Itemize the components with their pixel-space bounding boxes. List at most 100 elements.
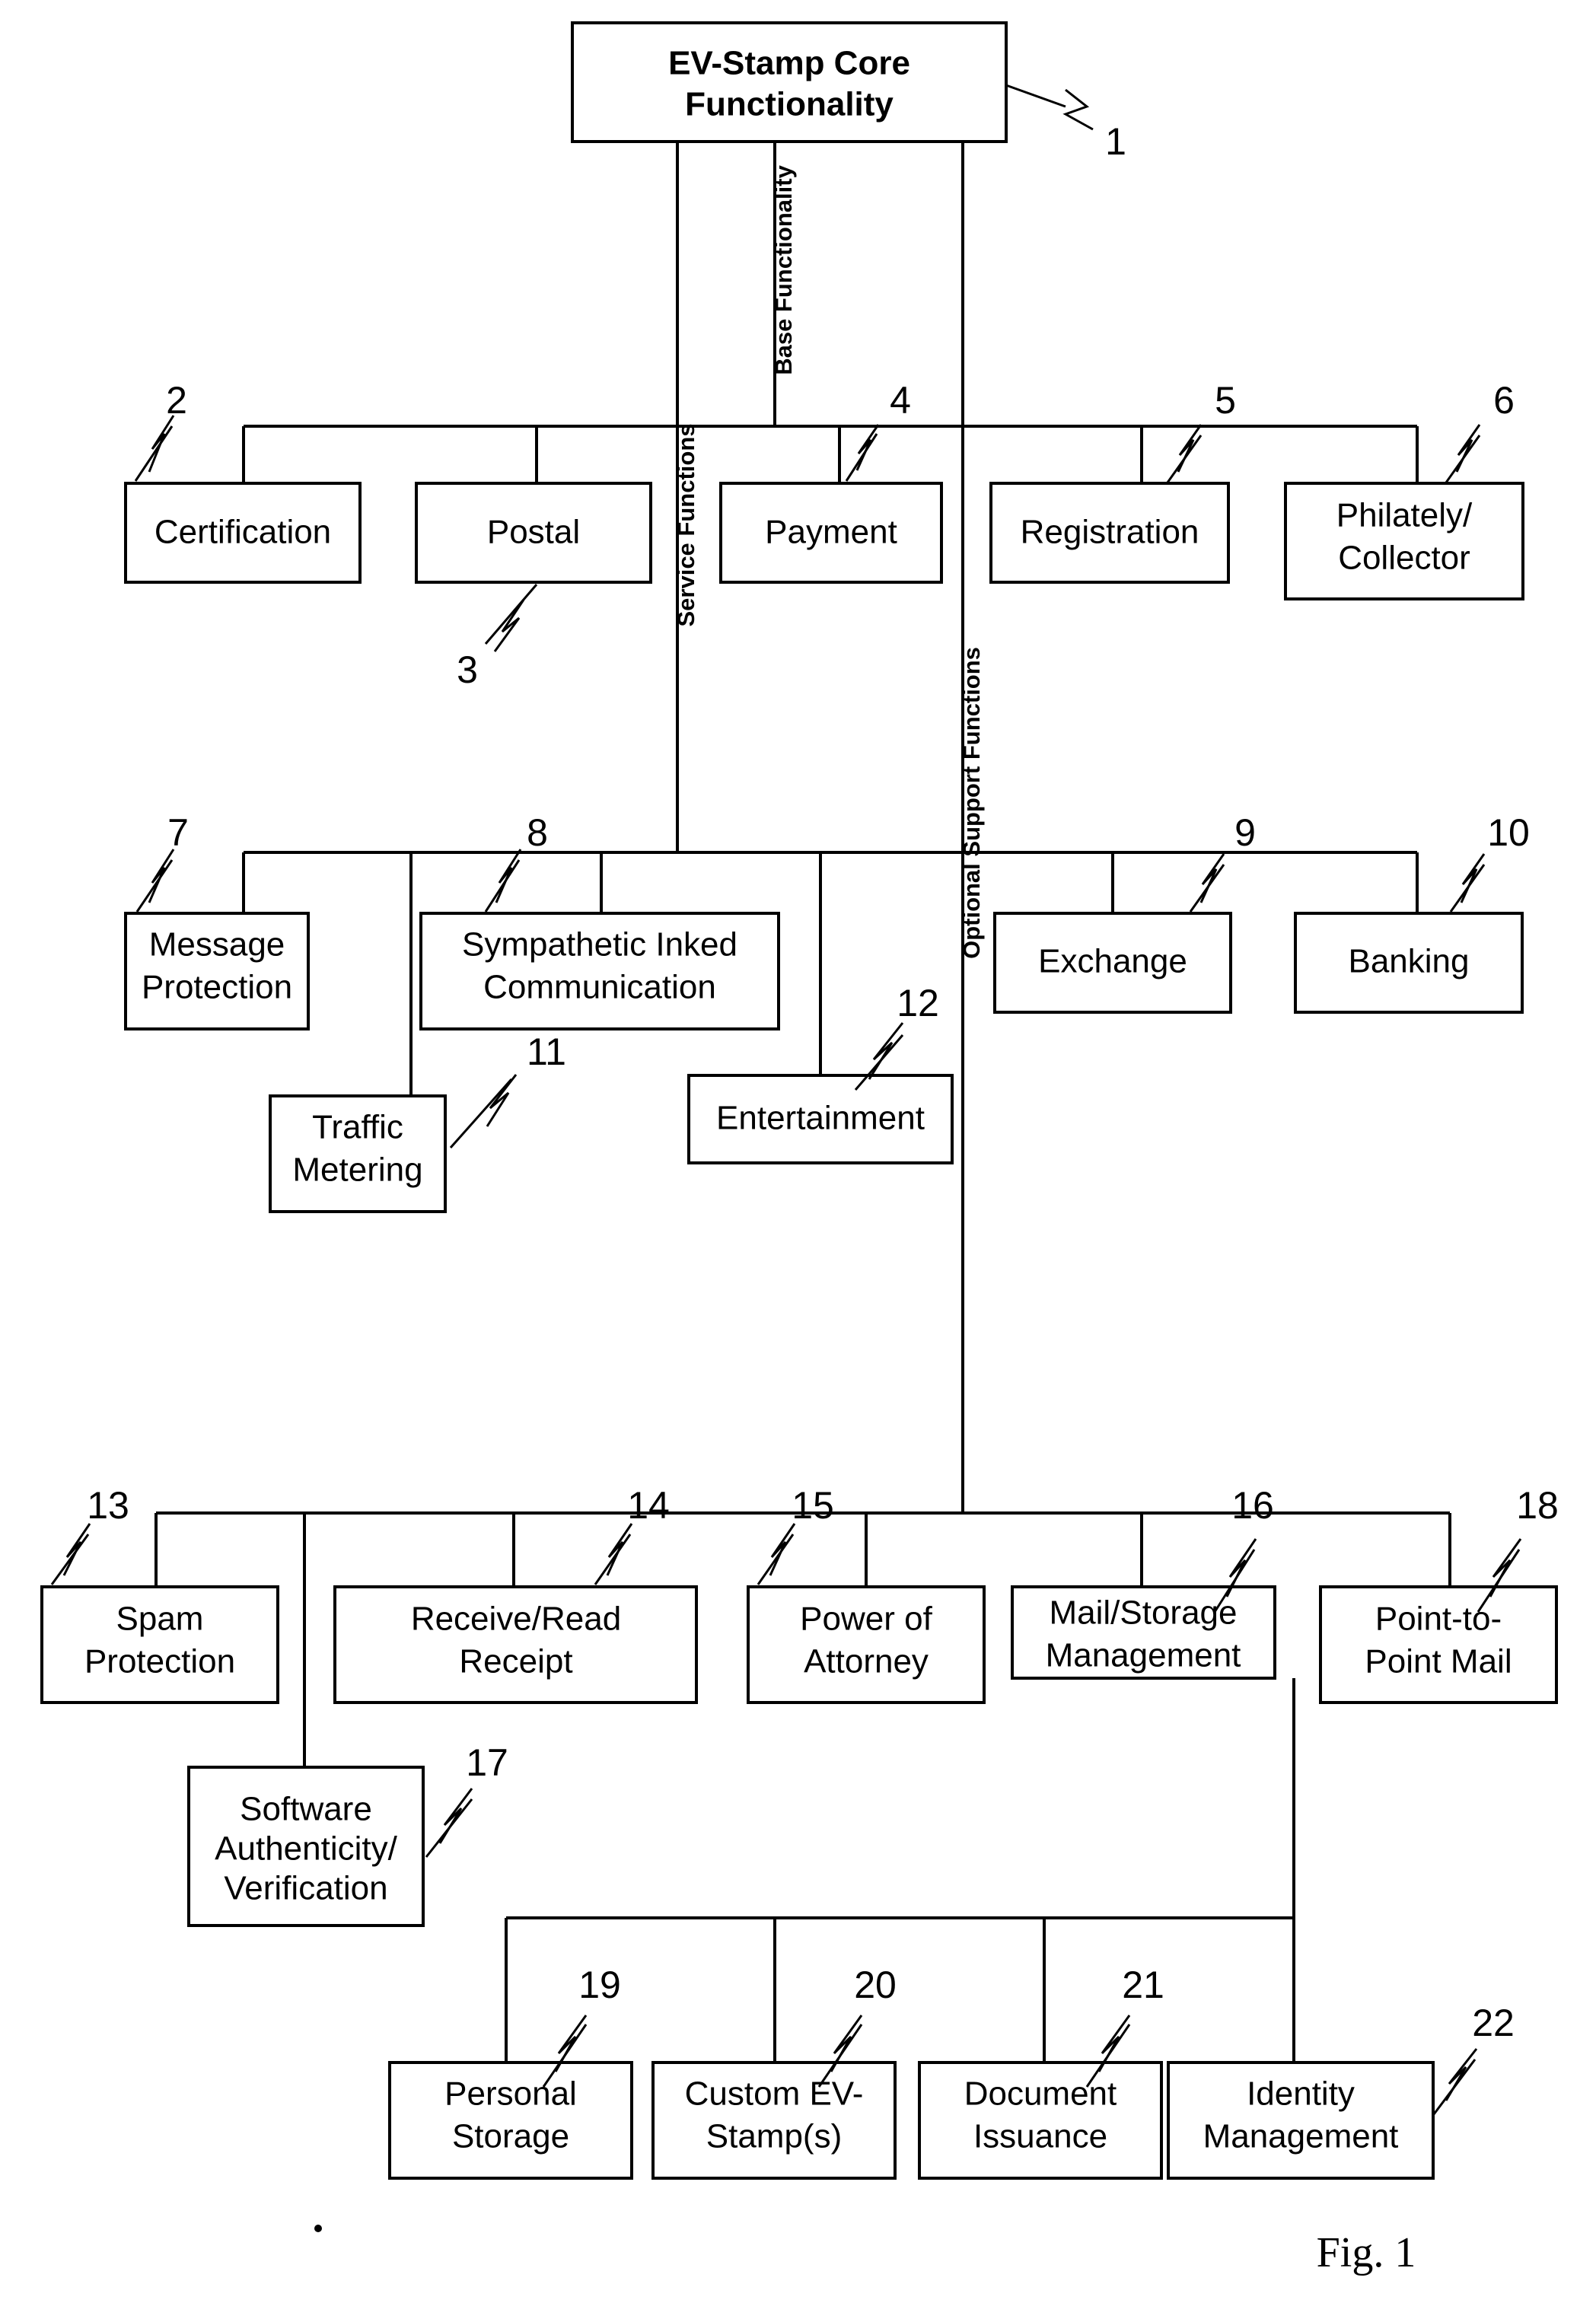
- bus-label-optional-support-functions: Optional Support Functions: [958, 647, 985, 959]
- leader-squiggle-13: [62, 1523, 91, 1576]
- leader-squiggle-8: [495, 849, 522, 903]
- node-label-8-line1: Sympathetic Inked: [462, 926, 737, 964]
- node-document-issuance[interactable]: Document Issuance 21: [918, 1964, 1164, 2180]
- ref-number-11: 11: [527, 1030, 566, 1073]
- ref-number-5: 5: [1215, 379, 1236, 422]
- node-box-1[interactable]: [571, 21, 1008, 143]
- node-label-22-line1: Identity: [1247, 2075, 1355, 2113]
- node-exchange[interactable]: Exchange 9: [993, 811, 1256, 1014]
- node-label-4: Payment: [765, 514, 897, 551]
- node-label-17-line3: Verification: [224, 1870, 387, 1907]
- leader-line-4: [845, 433, 878, 482]
- leader-squiggle-1: [1062, 88, 1094, 131]
- node-label-15-line1: Power of: [800, 1601, 932, 1638]
- ref-number-15: 15: [792, 1484, 834, 1527]
- node-label-6-line1: Philately/: [1336, 497, 1473, 534]
- leader-squiggle-3: [493, 599, 525, 652]
- stray-dot-mark: [314, 2225, 322, 2232]
- leader-line-3: [484, 584, 538, 645]
- node-label-7-line2: Protection: [142, 969, 292, 1006]
- figure-caption: Fig. 1: [1317, 2229, 1416, 2276]
- node-label-20-line2: Stamp(s): [706, 2118, 842, 2155]
- leader-squiggle-7: [148, 849, 175, 903]
- block-diagram-canvas: Base Functionality Service Functions Opt…: [40, 21, 1559, 2276]
- ref-number-1: 1: [1105, 120, 1126, 163]
- node-label-7-line1: Message: [149, 926, 285, 964]
- leader-line-13: [50, 1534, 90, 1585]
- node-point-to-point-mail[interactable]: Point-to- Point Mail 18: [1319, 1484, 1559, 1704]
- node-label-15-line2: Attorney: [804, 1643, 929, 1680]
- ref-number-9: 9: [1234, 811, 1256, 854]
- bus-label-service-functions: Service Functions: [673, 423, 699, 626]
- node-postal[interactable]: Postal 3: [415, 482, 652, 691]
- leader-squiggle-17: [438, 1788, 473, 1844]
- node-label-21-line2: Issuance: [973, 2118, 1107, 2155]
- node-registration[interactable]: Registration 5: [989, 379, 1236, 584]
- leader-squiggle-4: [855, 424, 880, 471]
- node-banking[interactable]: Banking 10: [1294, 811, 1530, 1014]
- node-label-11-line2: Metering: [292, 1152, 422, 1189]
- leader-line-1: [1005, 84, 1066, 108]
- leader-line-14: [594, 1534, 632, 1585]
- node-label-1-line1: EV-Stamp Core: [668, 45, 910, 82]
- node-label-18-line2: Point Mail: [1365, 1643, 1512, 1680]
- ref-number-4: 4: [890, 379, 911, 422]
- ref-number-22: 22: [1472, 2002, 1515, 2044]
- ref-number-3: 3: [457, 648, 478, 691]
- leader-squiggle-15: [769, 1523, 796, 1576]
- node-label-19-line2: Storage: [452, 2118, 569, 2155]
- node-label-17-line1: Software: [240, 1791, 372, 1828]
- ref-number-14: 14: [627, 1484, 670, 1527]
- leader-line-2: [134, 425, 174, 482]
- node-philately-collector[interactable]: Philately/ Collector 6: [1284, 379, 1524, 600]
- node-label-13-line2: Protection: [84, 1643, 235, 1680]
- node-label-16-line1: Mail/Storage: [1049, 1594, 1237, 1632]
- node-spam-protection[interactable]: Spam Protection 13: [40, 1484, 279, 1704]
- node-software-authenticity-verification[interactable]: Software Authenticity/ Verification 17: [187, 1741, 508, 1927]
- leader-squiggle-14: [606, 1523, 633, 1576]
- node-label-12: Entertainment: [716, 1100, 925, 1137]
- node-label-22-line2: Management: [1203, 2118, 1399, 2155]
- leader-line-15: [757, 1534, 795, 1585]
- node-payment[interactable]: Payment 4: [719, 379, 943, 584]
- node-personal-storage[interactable]: Personal Storage 19: [388, 1964, 633, 2180]
- leader-line-7: [135, 859, 174, 913]
- node-identity-management[interactable]: Identity Management 22: [1167, 2002, 1515, 2180]
- bus-label-base-functionality: Base Functionality: [770, 164, 797, 374]
- node-label-5: Registration: [1021, 514, 1199, 551]
- ref-number-20: 20: [854, 1964, 897, 2006]
- leader-squiggle-5: [1177, 424, 1203, 473]
- leader-squiggle-10: [1460, 853, 1486, 903]
- node-label-9: Exchange: [1038, 943, 1187, 980]
- leader-squiggle-6: [1455, 424, 1481, 473]
- node-receive-read-receipt[interactable]: Receive/Read Receipt 14: [333, 1484, 698, 1704]
- leader-line-11: [449, 1078, 513, 1148]
- node-message-protection[interactable]: Message Protection 7: [124, 811, 310, 1030]
- ref-number-13: 13: [87, 1484, 129, 1527]
- node-label-8-line2: Communication: [483, 969, 716, 1006]
- ref-number-12: 12: [897, 982, 939, 1024]
- ref-number-7: 7: [167, 811, 189, 854]
- node-ev-stamp-core-functionality[interactable]: EV-Stamp Core Functionality 1: [571, 21, 1126, 163]
- ref-number-6: 6: [1493, 379, 1515, 422]
- ref-number-10: 10: [1487, 811, 1530, 854]
- node-label-3: Postal: [487, 514, 580, 551]
- ref-number-16: 16: [1231, 1484, 1274, 1527]
- node-label-13-line1: Spam: [116, 1601, 204, 1638]
- ref-number-19: 19: [578, 1964, 621, 2006]
- node-traffic-metering[interactable]: Traffic Metering 11: [269, 1030, 566, 1213]
- node-label-17-line2: Authenticity/: [215, 1830, 397, 1868]
- ref-number-2: 2: [166, 379, 187, 422]
- ref-number-8: 8: [527, 811, 548, 854]
- ref-number-18: 18: [1516, 1484, 1559, 1527]
- node-label-19-line1: Personal: [444, 2075, 577, 2113]
- node-label-20-line1: Custom EV-: [685, 2075, 864, 2113]
- node-label-14-line2: Receipt: [459, 1643, 572, 1680]
- node-label-16-line2: Management: [1046, 1637, 1241, 1674]
- node-sympathetic-inked-communication[interactable]: Sympathetic Inked Communication 8: [419, 811, 780, 1030]
- ref-number-17: 17: [466, 1741, 508, 1784]
- node-label-14-line1: Receive/Read: [411, 1601, 621, 1638]
- leader-squiggle-2: [148, 415, 175, 473]
- patent-figure-1: Base Functionality Service Functions Opt…: [0, 0, 1596, 2303]
- ref-number-21: 21: [1122, 1964, 1164, 2006]
